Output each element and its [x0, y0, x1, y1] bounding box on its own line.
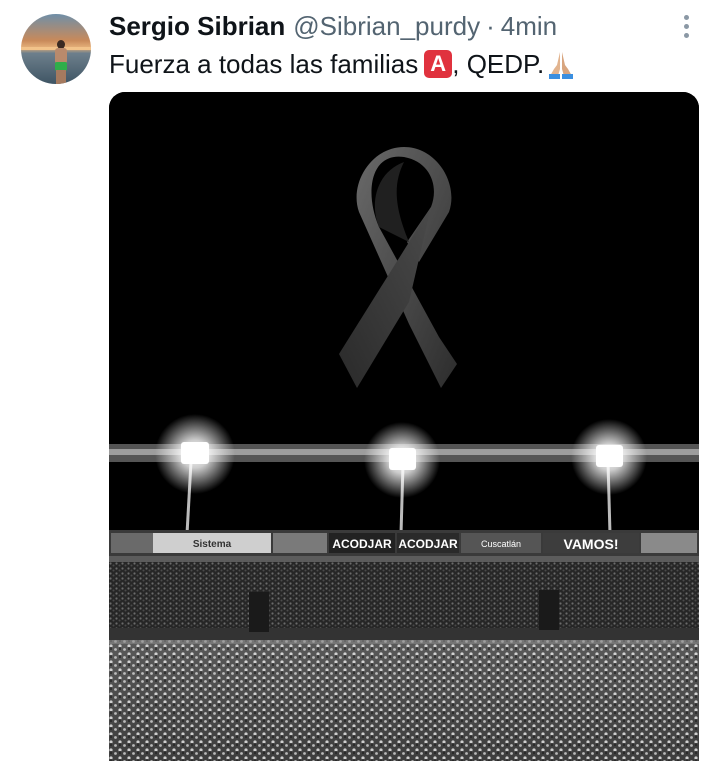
avatar-person-legs [56, 70, 66, 84]
more-vertical-icon-dot [683, 32, 689, 38]
banner-text: Cuscatlán [481, 539, 521, 549]
tweet[interactable]: Sergio Sibrian @Sibrian_purdy · 4min Fue… [0, 0, 720, 761]
separator-dot: · [486, 10, 495, 41]
tweet-header: Sergio Sibrian @Sibrian_purdy · 4min [109, 10, 557, 42]
banner-text: ACODJAR [332, 537, 392, 551]
more-vertical-icon [683, 14, 689, 20]
tweet-text: Fuerza a todas las familias A , QEDP. [109, 46, 576, 82]
banner-text: ACODJAR [398, 537, 458, 551]
black-ribbon-stadium-image: Sistema ACODJAR ACODJAR Cuscatlán VAMOS! [109, 92, 699, 761]
tweet-text-part1: Fuerza a todas las familias [109, 48, 419, 79]
tweet-image[interactable]: Sistema ACODJAR ACODJAR Cuscatlán VAMOS! [109, 92, 699, 761]
tweet-timestamp[interactable]: 4min [501, 11, 557, 42]
author-name[interactable]: Sergio Sibrian [109, 11, 285, 42]
avatar[interactable] [21, 14, 91, 84]
banner-text: Sistema [193, 539, 232, 550]
author-handle[interactable]: @Sibrian_purdy [293, 11, 480, 42]
more-options-button[interactable] [672, 10, 700, 42]
tweet-text-part2: , QEDP. [452, 48, 545, 79]
red-a-emoji-icon: A [424, 50, 453, 78]
more-vertical-icon-dot [683, 23, 689, 29]
folded-hands-emoji-icon [546, 49, 576, 79]
banner-text: VAMOS! [564, 536, 619, 552]
